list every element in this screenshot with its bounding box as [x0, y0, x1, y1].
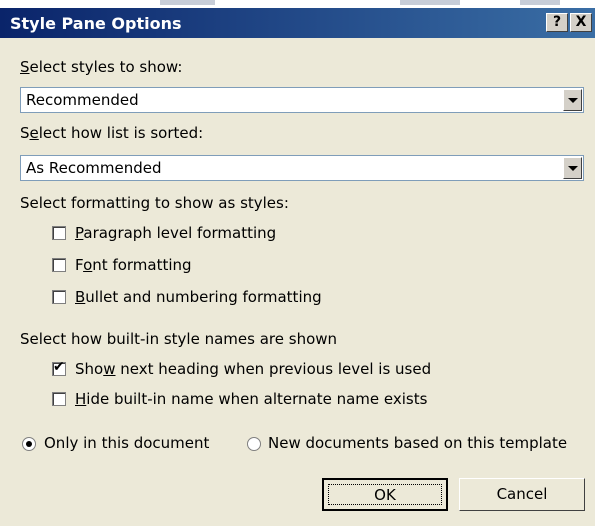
paragraph-formatting-label-text: aragraph level formatting — [83, 224, 277, 242]
chevron-down-icon — [568, 98, 578, 103]
font-formatting-checkbox[interactable] — [52, 258, 66, 272]
radio-dot-icon — [26, 441, 32, 447]
chevron-down-icon — [568, 166, 578, 171]
sort-order-value: As Recommended — [26, 159, 162, 177]
background-fragment — [160, 0, 215, 5]
show-next-heading-label[interactable]: Show next heading when previous level is… — [75, 360, 431, 378]
close-button[interactable]: X — [570, 13, 592, 32]
background-fragment — [520, 0, 560, 5]
bullet-formatting-checkbox[interactable] — [52, 290, 66, 304]
styles-to-show-label-text: elect styles to show: — [29, 58, 183, 76]
cancel-button[interactable]: Cancel — [459, 478, 585, 511]
font-formatting-label-text: nt formatting — [92, 256, 192, 274]
builtin-names-label: Select how built-in style names are show… — [20, 330, 338, 348]
dropdown-arrow-button[interactable] — [563, 157, 582, 179]
font-formatting-label[interactable]: Font formatting — [75, 256, 192, 274]
only-this-document-radio[interactable] — [22, 437, 36, 451]
checkmark-icon: ✔ — [53, 359, 65, 375]
dropdown-arrow-button[interactable] — [563, 89, 582, 111]
bullet-formatting-label-text: ullet and numbering formatting — [85, 288, 322, 306]
sort-order-label-prefix: S — [20, 124, 30, 142]
show-next-heading-checkbox[interactable]: ✔ — [52, 359, 66, 376]
new-documents-label[interactable]: New documents based on this template — [268, 434, 567, 452]
cancel-button-label: Cancel — [496, 485, 548, 503]
hide-builtin-name-label[interactable]: Hide built-in name when alternate name e… — [75, 390, 427, 408]
ok-button[interactable]: OK — [322, 478, 448, 511]
styles-to-show-dropdown[interactable]: Recommended — [20, 87, 584, 113]
paragraph-formatting-checkbox[interactable] — [52, 226, 66, 240]
only-this-document-label[interactable]: Only in this document — [44, 434, 209, 452]
title-bar[interactable]: Style Pane Options ? X — [0, 8, 595, 38]
bullet-formatting-label[interactable]: Bullet and numbering formatting — [75, 288, 322, 306]
focus-rectangle — [328, 484, 442, 505]
formatting-label: Select formatting to show as styles: — [20, 194, 289, 212]
paragraph-formatting-label[interactable]: Paragraph level formatting — [75, 224, 276, 242]
hide-builtin-name-checkbox[interactable] — [52, 392, 66, 406]
dialog-title: Style Pane Options — [10, 14, 182, 33]
sort-order-label-text: lect how list is sorted: — [38, 124, 204, 142]
sort-order-label: Select how list is sorted: — [20, 124, 204, 142]
background-fragment — [400, 0, 460, 5]
hide-builtin-name-label-text: ide built-in name when alternate name ex… — [86, 390, 428, 408]
sort-order-dropdown[interactable]: As Recommended — [20, 155, 584, 181]
styles-to-show-value: Recommended — [26, 91, 139, 109]
help-button[interactable]: ? — [546, 13, 568, 32]
new-documents-radio[interactable] — [247, 437, 261, 451]
styles-to-show-label: Select styles to show: — [20, 58, 183, 76]
